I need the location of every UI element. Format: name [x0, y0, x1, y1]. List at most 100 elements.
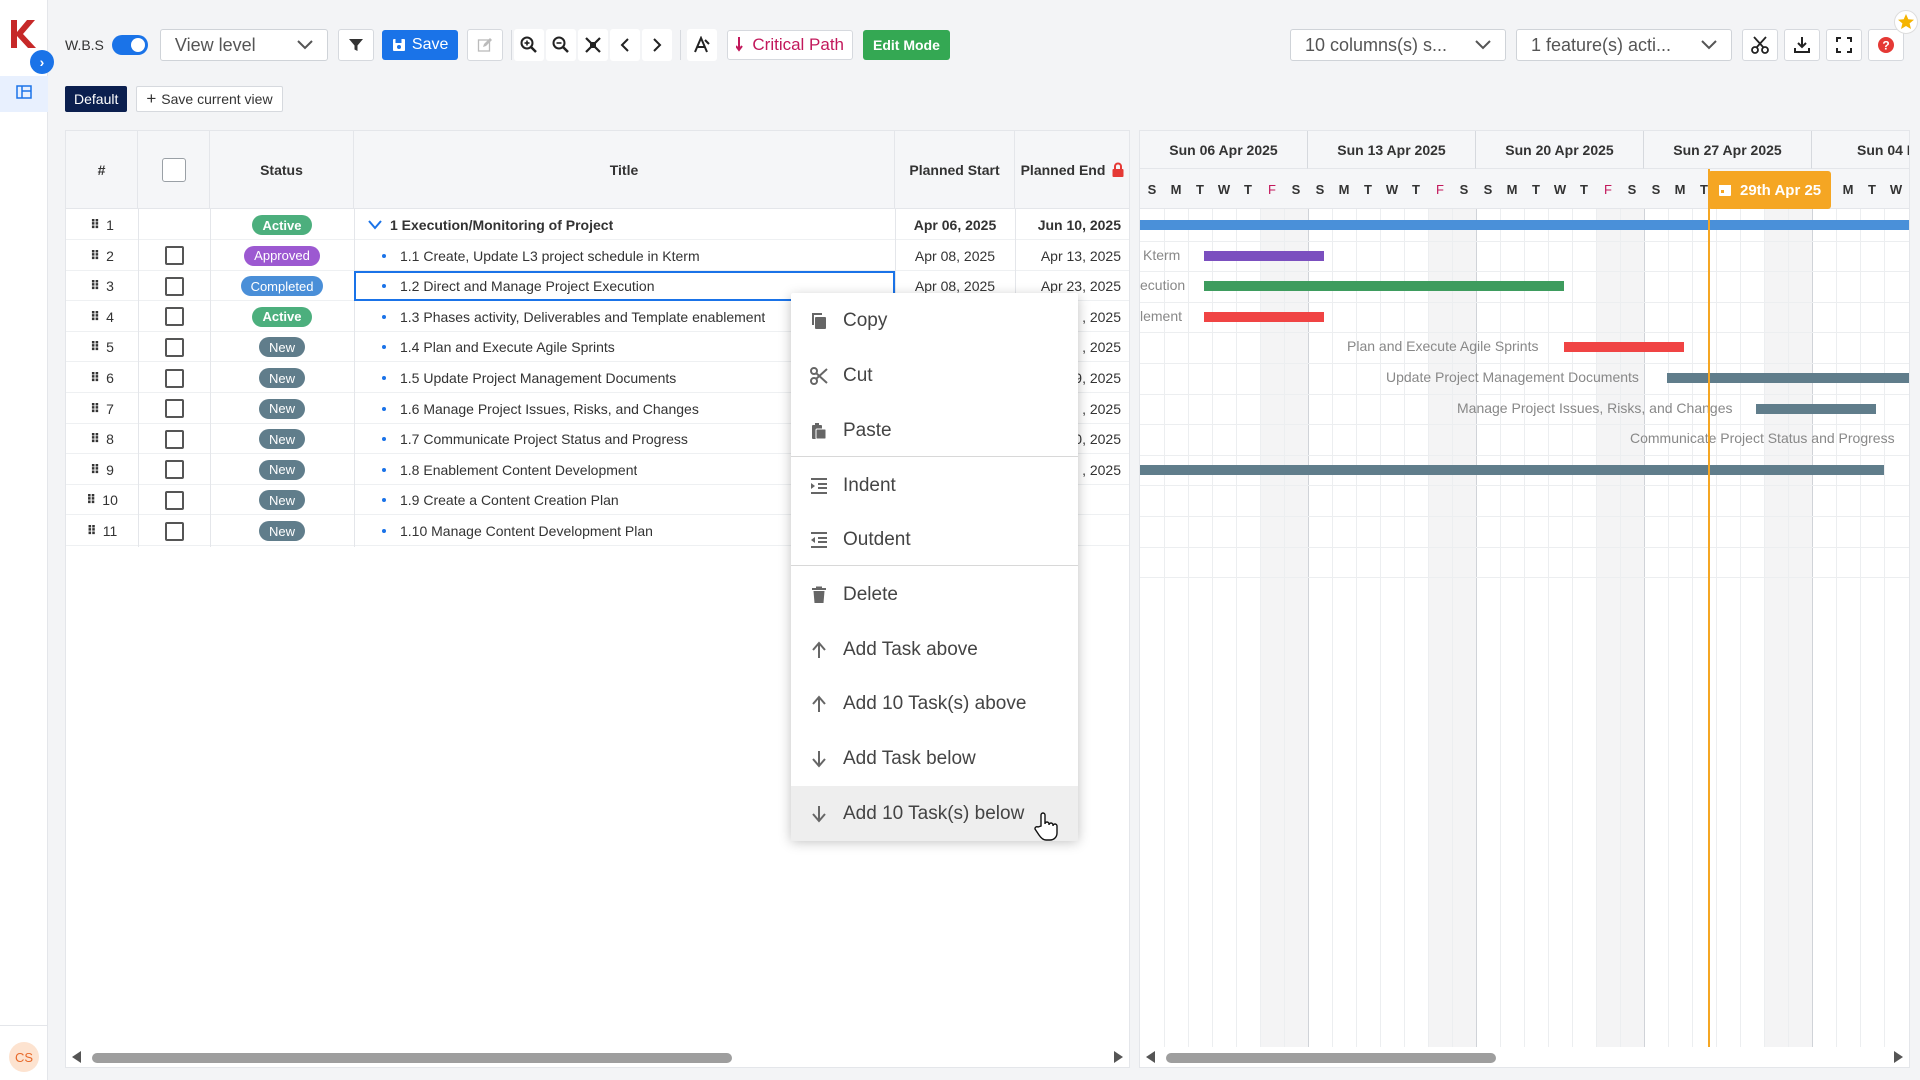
context-menu-item-add-10-task-s-above[interactable]: Add 10 Task(s) above — [791, 676, 1078, 731]
row-checkbox[interactable] — [164, 521, 184, 541]
title-cell[interactable]: 1.1 Create, Update L3 project schedule i… — [354, 241, 895, 271]
row-checkbox[interactable] — [164, 490, 184, 510]
drag-handle-icon[interactable]: ⠿ — [90, 339, 100, 355]
columns-select[interactable]: 10 columns(s) s... — [1290, 29, 1506, 61]
status-badge[interactable]: New — [258, 429, 305, 450]
drag-handle-icon[interactable]: ⠿ — [90, 248, 100, 264]
context-menu-item-cut[interactable]: Cut — [791, 348, 1078, 403]
gantt-bar[interactable] — [1140, 464, 1884, 475]
app-logo[interactable] — [8, 16, 40, 52]
today-marker[interactable]: 29th Apr 25 — [1708, 171, 1832, 209]
gantt-bar[interactable] — [1564, 342, 1684, 353]
planned-start-cell[interactable]: Apr 06, 2025 — [895, 210, 1015, 240]
planned-end-cell[interactable]: Jun 10, 2025 — [1015, 210, 1131, 240]
zoom-out-button[interactable] — [546, 29, 577, 61]
context-menu-item-delete[interactable]: Delete — [791, 567, 1078, 622]
col-header-planned-end[interactable]: Planned End — [1015, 131, 1131, 209]
gantt-bar[interactable] — [1667, 373, 1909, 383]
gantt-bar[interactable] — [1756, 403, 1876, 414]
fullscreen-button[interactable] — [1826, 29, 1862, 61]
row-checkbox[interactable] — [164, 399, 184, 419]
edit-mode-button[interactable]: Edit Mode — [863, 30, 950, 60]
status-badge[interactable]: Active — [252, 306, 312, 327]
row-checkbox[interactable] — [164, 429, 184, 449]
sidebar-expand-button[interactable]: › — [30, 50, 54, 74]
drag-handle-icon[interactable]: ⠿ — [90, 401, 100, 417]
favorite-button[interactable] — [1894, 10, 1918, 34]
title-cell[interactable]: 1 Execution/Monitoring of Project — [354, 210, 895, 240]
context-menu-item-paste[interactable]: Paste — [791, 403, 1078, 458]
zoom-in-button[interactable] — [514, 29, 545, 61]
context-menu-item-add-task-above[interactable]: Add Task above — [791, 622, 1078, 677]
help-button[interactable]: ? — [1868, 29, 1904, 61]
col-header-num[interactable]: # — [66, 131, 138, 209]
status-badge[interactable]: Completed — [240, 276, 324, 297]
col-header-planned-start[interactable]: Planned Start — [895, 131, 1015, 209]
filter-button[interactable] — [337, 29, 374, 61]
drag-handle-icon[interactable]: ⠿ — [86, 492, 96, 508]
table-row[interactable]: ⠿ 1 Active 1 Execution/Monitoring of Projec… — [66, 210, 1129, 240]
context-menu-item-indent[interactable]: Indent — [791, 458, 1078, 513]
cut-button[interactable] — [1742, 29, 1778, 61]
gantt-scroll-thumb[interactable] — [1166, 1053, 1496, 1063]
gantt-horizontal-scrollbar[interactable] — [1140, 1047, 1909, 1065]
row-checkbox[interactable] — [164, 460, 184, 480]
row-checkbox[interactable] — [164, 337, 184, 357]
scroll-right-arrow[interactable] — [1114, 1051, 1123, 1063]
view-default-tag[interactable]: Default — [65, 86, 128, 112]
planned-start-cell[interactable]: Apr 08, 2025 — [895, 241, 1015, 271]
status-badge[interactable]: Approved — [244, 245, 320, 266]
col-header-status[interactable]: Status — [210, 131, 354, 209]
status-cell: New — [210, 394, 354, 424]
context-menu-item-outdent[interactable]: Outdent — [791, 512, 1078, 567]
status-badge[interactable]: New — [258, 398, 305, 419]
status-badge[interactable]: New — [258, 337, 305, 358]
gantt-bar[interactable] — [1204, 311, 1324, 322]
download-button[interactable] — [1784, 29, 1820, 61]
view-level-select[interactable]: View level — [159, 29, 328, 61]
gantt-scroll-right-arrow[interactable] — [1894, 1051, 1903, 1063]
wbs-toggle[interactable] — [111, 35, 148, 55]
avatar[interactable]: CS — [9, 1042, 39, 1072]
grid-scroll-thumb[interactable] — [92, 1053, 732, 1063]
drag-handle-icon[interactable]: ⠿ — [90, 370, 100, 386]
scroll-left-arrow[interactable] — [72, 1051, 81, 1063]
edit-button[interactable] — [467, 29, 504, 61]
critical-path-button[interactable]: Critical Path — [727, 30, 854, 60]
row-checkbox[interactable] — [164, 276, 184, 296]
row-checkbox[interactable] — [164, 246, 184, 266]
select-all-checkbox[interactable] — [161, 158, 186, 182]
features-select[interactable]: 1 feature(s) acti... — [1516, 29, 1732, 61]
status-badge[interactable]: New — [258, 368, 305, 388]
grid-horizontal-scrollbar[interactable] — [66, 1047, 1129, 1065]
drag-handle-icon[interactable]: ⠿ — [90, 309, 100, 325]
planned-end-cell[interactable]: Apr 13, 2025 — [1015, 241, 1131, 271]
fit-button[interactable] — [578, 29, 609, 61]
save-current-view-button[interactable]: + Save current view — [136, 86, 283, 112]
table-row[interactable]: ⠿ 2 Approved 1.1 Create, Update L3 project … — [66, 241, 1129, 271]
gantt-bar[interactable] — [1204, 281, 1564, 292]
sidebar-item-board[interactable] — [0, 76, 48, 112]
status-badge[interactable]: New — [258, 521, 305, 541]
context-menu-item-add-task-below[interactable]: Add Task below — [791, 731, 1078, 786]
status-badge[interactable]: New — [258, 490, 305, 511]
context-menu-item-copy[interactable]: Copy — [791, 293, 1078, 348]
auto-schedule-button[interactable] — [687, 29, 718, 61]
scroll-right-button[interactable] — [642, 29, 673, 61]
row-checkbox[interactable] — [164, 307, 184, 327]
gantt-scroll-left-arrow[interactable] — [1146, 1051, 1155, 1063]
col-header-title[interactable]: Title — [354, 131, 895, 209]
gantt-bar[interactable] — [1204, 250, 1324, 261]
drag-handle-icon[interactable]: ⠿ — [90, 217, 100, 233]
save-button[interactable]: Save — [381, 30, 459, 60]
drag-handle-icon[interactable]: ⠿ — [90, 462, 100, 478]
gantt-bar-parent[interactable] — [1140, 220, 1909, 230]
scroll-left-button[interactable] — [610, 29, 641, 61]
drag-handle-icon[interactable]: ⠿ — [90, 278, 100, 294]
status-badge[interactable]: New — [258, 459, 305, 480]
row-checkbox[interactable] — [164, 368, 184, 388]
status-badge[interactable]: Active — [252, 215, 312, 235]
chevron-down-icon[interactable] — [368, 220, 382, 230]
drag-handle-icon[interactable]: ⠿ — [90, 431, 100, 447]
drag-handle-icon[interactable]: ⠿ — [87, 523, 97, 539]
